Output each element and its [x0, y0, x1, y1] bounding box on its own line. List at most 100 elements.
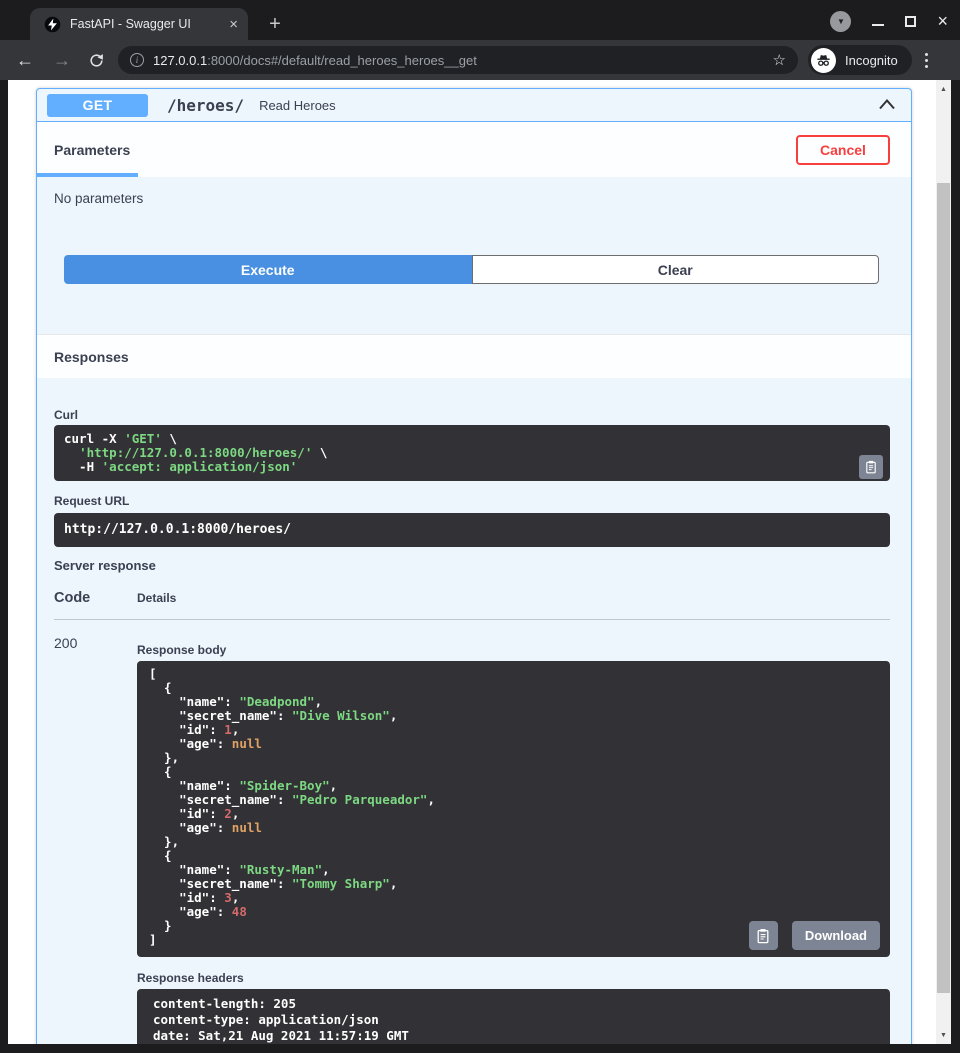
bookmark-star-icon[interactable]: ☆	[773, 51, 786, 69]
download-button[interactable]: Download	[792, 921, 880, 950]
execute-button[interactable]: Execute	[64, 255, 472, 284]
code-line: 'http://127.0.0.1:8000/heroes/' \	[64, 446, 880, 460]
code-line: "name": "Spider-Boy",	[149, 779, 878, 793]
incognito-icon	[811, 48, 836, 73]
browser-toolbar: ← → i 127.0.0.1:8000/docs#/default/read_…	[0, 40, 960, 80]
response-body-code: [ { "name": "Deadpond", "secret_name": "…	[149, 667, 878, 947]
scroll-down-icon[interactable]: ▼	[936, 1028, 951, 1042]
endpoint-path: /heroes/	[167, 96, 244, 115]
endpoint-summary: Read Heroes	[259, 98, 336, 113]
response-headers-label: Response headers	[137, 957, 890, 985]
responses-title: Responses	[54, 349, 129, 365]
copy-curl-button[interactable]	[859, 455, 883, 479]
code-line: content-type: application/json	[153, 1012, 874, 1028]
parameters-tab-underline	[37, 173, 138, 177]
tab-search-icon[interactable]: ▼	[830, 11, 851, 32]
parameters-title: Parameters	[54, 142, 130, 158]
tab-title: FastAPI - Swagger UI	[70, 17, 223, 31]
forward-button[interactable]: →	[53, 51, 71, 69]
tab-close-icon[interactable]: ×	[229, 17, 238, 32]
no-parameters-text: No parameters	[54, 191, 911, 206]
status-code: 200	[54, 620, 137, 1044]
code-line: "id": 2,	[149, 807, 878, 821]
cancel-button[interactable]: Cancel	[796, 135, 890, 165]
code-line: "name": "Rusty-Man",	[149, 863, 878, 877]
responses-header: Responses	[37, 334, 911, 378]
curl-label: Curl	[54, 378, 890, 422]
code-line: "secret_name": "Pedro Parqueador",	[149, 793, 878, 807]
response-body-actions: Download	[749, 921, 880, 950]
response-details: Response body [ { "name": "Deadpond", "s…	[137, 620, 890, 1044]
browser-menu-button[interactable]	[925, 53, 928, 68]
incognito-label: Incognito	[845, 53, 898, 68]
code-line: },	[149, 835, 878, 849]
code-line: -H 'accept: application/json'	[64, 460, 880, 474]
code-line: curl -X 'GET' \	[64, 432, 880, 446]
back-button[interactable]: ←	[16, 51, 34, 69]
chevron-up-icon	[877, 96, 897, 114]
code-line: "age": 48	[149, 905, 878, 919]
curl-code-box: curl -X 'GET' \ 'http://127.0.0.1:8000/h…	[54, 425, 890, 481]
swagger-page: GET /heroes/ Read Heroes Parameters Canc…	[8, 80, 936, 1044]
page-info-icon[interactable]: i	[130, 53, 144, 67]
url-rest: :8000/docs#/default/read_heroes_heroes__…	[207, 53, 477, 68]
window-close-button[interactable]: ×	[937, 12, 948, 30]
response-table-header: Code Details	[54, 590, 890, 619]
new-tab-button[interactable]: +	[262, 11, 288, 37]
window-border-bottom	[0, 1044, 960, 1053]
scroll-up-icon[interactable]: ▲	[936, 82, 951, 96]
code-line: date: Sat,21 Aug 2021 11:57:19 GMT	[153, 1028, 874, 1044]
execute-wrapper: Execute Clear	[64, 255, 879, 284]
code-line: "secret_name": "Dive Wilson",	[149, 709, 878, 723]
response-row-200: 200 Response body [ { "name": "Deadpond"…	[54, 620, 890, 1044]
parameters-body: No parameters Execute Clear	[37, 191, 911, 334]
copy-response-button[interactable]	[749, 921, 778, 950]
url-text: 127.0.0.1:8000/docs#/default/read_heroes…	[153, 53, 765, 68]
scrollbar-thumb[interactable]	[937, 183, 950, 993]
code-line: [	[149, 667, 878, 681]
window-controls: ▼ ×	[830, 8, 948, 34]
opblock-get-heroes: GET /heroes/ Read Heroes Parameters Canc…	[36, 88, 912, 1044]
code-line: "name": "Deadpond",	[149, 695, 878, 709]
code-line: "id": 1,	[149, 723, 878, 737]
request-url-box: http://127.0.0.1:8000/heroes/	[54, 513, 890, 547]
window-border-right	[951, 80, 960, 1053]
browser-titlebar: FastAPI - Swagger UI × + ▼ ×	[0, 0, 960, 40]
opblock-summary[interactable]: GET /heroes/ Read Heroes	[37, 89, 911, 122]
code-line: "secret_name": "Tommy Sharp",	[149, 877, 878, 891]
reload-icon	[88, 52, 105, 69]
parameters-header: Parameters Cancel	[37, 122, 911, 177]
minimize-button[interactable]	[872, 24, 884, 26]
response-headers-box: content-length: 205content-type: applica…	[137, 989, 890, 1044]
response-headers-code: content-length: 205content-type: applica…	[153, 996, 874, 1044]
request-url-value: http://127.0.0.1:8000/heroes/	[64, 523, 880, 537]
browser-tab[interactable]: FastAPI - Swagger UI ×	[30, 8, 248, 40]
responses-body: Curl curl -X 'GET' \ 'http://127.0.0.1:8…	[37, 378, 911, 1044]
response-body-label: Response body	[137, 620, 890, 657]
code-line: "age": null	[149, 737, 878, 751]
clear-button[interactable]: Clear	[472, 255, 880, 284]
clipboard-icon	[755, 928, 771, 944]
code-line: "age": null	[149, 821, 878, 835]
code-column-header: Code	[54, 590, 137, 606]
server-response-label: Server response	[54, 547, 890, 573]
incognito-badge: Incognito	[808, 45, 912, 75]
curl-code: curl -X 'GET' \ 'http://127.0.0.1:8000/h…	[64, 432, 880, 474]
request-url-label: Request URL	[54, 481, 890, 508]
code-line: {	[149, 681, 878, 695]
code-line: "id": 3,	[149, 891, 878, 905]
code-line: {	[149, 849, 878, 863]
response-body-box: [ { "name": "Deadpond", "secret_name": "…	[137, 661, 890, 957]
page-scrollbar[interactable]: ▲ ▼	[936, 80, 951, 1044]
clipboard-icon	[864, 460, 878, 474]
url-host: 127.0.0.1	[153, 53, 207, 68]
address-bar[interactable]: i 127.0.0.1:8000/docs#/default/read_hero…	[118, 46, 798, 74]
reload-button[interactable]	[88, 52, 105, 69]
fastapi-favicon-icon	[44, 16, 61, 33]
collapse-button[interactable]	[877, 96, 897, 114]
maximize-button[interactable]	[905, 16, 916, 27]
code-line: content-length: 205	[153, 996, 874, 1012]
code-line: {	[149, 765, 878, 779]
method-badge: GET	[47, 94, 148, 117]
details-column-header: Details	[137, 591, 176, 605]
